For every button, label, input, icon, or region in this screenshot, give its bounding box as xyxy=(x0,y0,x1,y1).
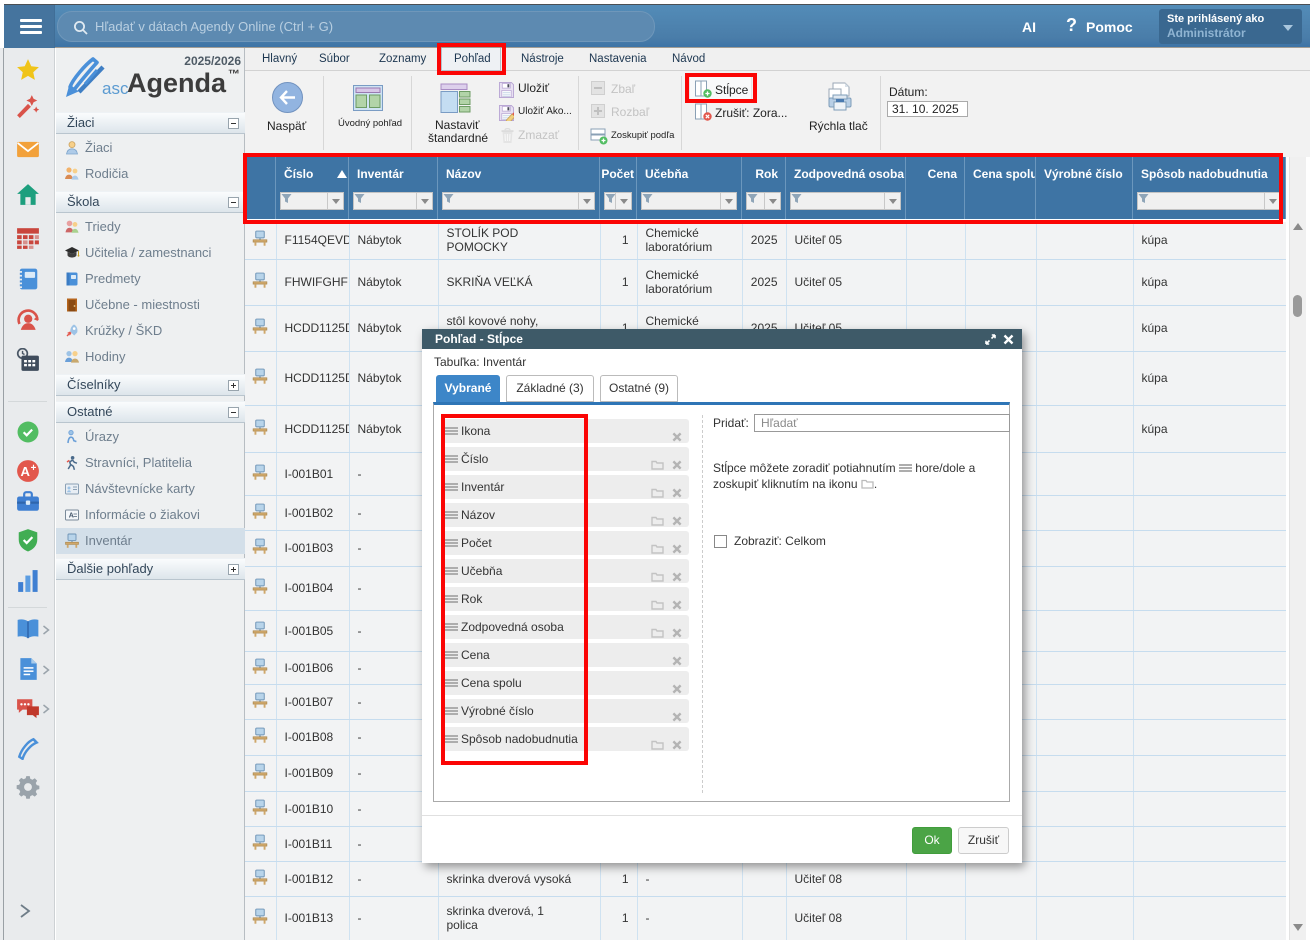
svg-text:A: A xyxy=(69,513,74,520)
svg-text:+: + xyxy=(31,463,37,474)
svg-text:A: A xyxy=(21,464,31,479)
